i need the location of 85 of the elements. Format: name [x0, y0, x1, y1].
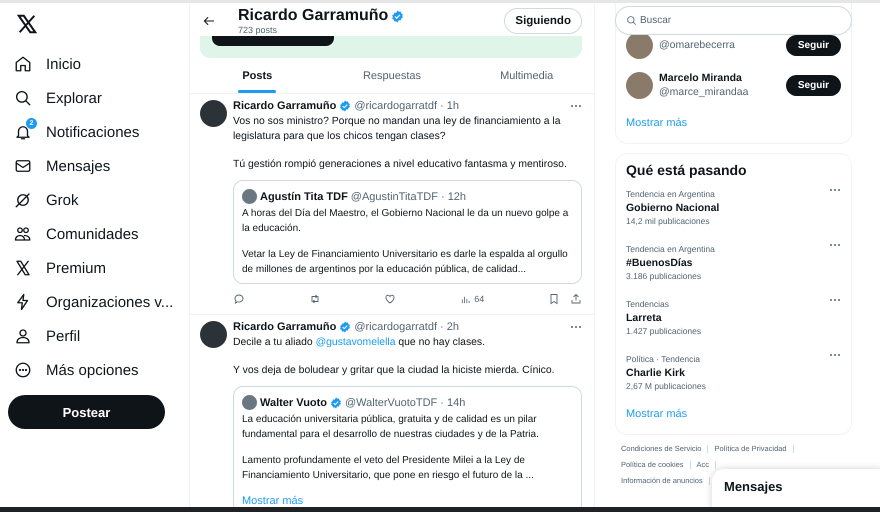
trend-context: Tendencia en Argentina — [626, 188, 716, 201]
trend-topic[interactable]: Charlie Kirk — [626, 366, 706, 380]
avatar[interactable] — [200, 100, 227, 127]
author-handle: @ricardogarratdf — [354, 100, 438, 112]
bell-icon — [14, 123, 32, 141]
post-text: Y vos deja de boludear y gritar que la ciudad la hiciste mierda. Cínico. — [233, 364, 556, 378]
quoted-text: La educación universitaria pública, gratuita y de calidad es un pilar fundamental para el desarrollo de nuestras ciudades y de la Patria. — [242, 413, 540, 442]
section-title: Qué está pasando — [626, 161, 748, 180]
heart-icon[interactable] — [384, 293, 396, 305]
avatar[interactable] — [200, 321, 227, 348]
quoted-post[interactable] — [233, 180, 582, 284]
messages-drawer[interactable]: Mensajes — [712, 469, 880, 507]
author-name[interactable]: Ricardo Garramuño — [233, 100, 336, 112]
more-options-icon[interactable] — [829, 188, 841, 192]
trend-context: Tendencias — [626, 298, 670, 311]
trend-post-count: 14,2 mil publicaciones — [626, 215, 711, 228]
trend-context: Tendencia en Argentina — [626, 243, 715, 256]
author-name: Walter Vuoto — [260, 396, 328, 408]
more-circle-icon — [14, 361, 32, 379]
author-handle: @AgustinTitaTDF — [350, 190, 438, 202]
share-icon[interactable] — [570, 293, 582, 305]
nav-link[interactable]: Más opciones — [14, 353, 181, 387]
author-handle: @ricardogarratdf — [354, 321, 438, 333]
slashed-circle-icon — [14, 191, 32, 209]
post-button[interactable]: Postear — [8, 395, 165, 429]
post-time: · 1h — [440, 100, 459, 112]
trend-post-count: 1.427 publicaciones — [626, 325, 702, 338]
author-handle: @WalterVuotoTDF — [345, 396, 438, 408]
search-icon — [14, 89, 32, 107]
people-icon — [14, 225, 32, 243]
author-name: Agustín Tita TDF — [260, 190, 348, 202]
trend-topic[interactable]: Gobierno Nacional — [626, 201, 720, 215]
post-text: Decile a tu aliado @gustavomelella que no hay clases. — [233, 336, 486, 350]
repost-icon[interactable] — [308, 293, 321, 305]
profile-tab[interactable]: Posts — [190, 58, 325, 93]
reply-icon[interactable] — [233, 293, 245, 305]
quoted-text: Vetar la Ley de Financiamiento Universitario es darle la espalda al orgullo de millones de argentinos por la educación pública, de calidad... — [242, 248, 569, 276]
nav-link[interactable]: Comunidades — [14, 217, 181, 251]
post-time: · 14h — [440, 396, 466, 408]
x-logo-icon[interactable] — [16, 13, 38, 35]
user-name[interactable]: Marcelo Miranda — [659, 71, 780, 85]
post-text: Tú gestión rompió generaciones a nivel educativo fantasma y mentiroso. — [233, 158, 568, 172]
avatar — [242, 395, 257, 410]
user-handle: @marce_mirandaa — [659, 85, 750, 99]
trend-post-count: 2,67 M publicaciones — [626, 380, 706, 393]
follow-button[interactable]: Seguir — [786, 74, 841, 96]
following-button[interactable]: Siguiendo — [504, 8, 582, 34]
more-options-icon[interactable] — [829, 298, 841, 302]
more-options-icon[interactable] — [829, 243, 841, 247]
post-time: · 2h — [440, 321, 459, 333]
nav-link[interactable]: Grok — [14, 183, 181, 217]
bookmark-icon[interactable] — [548, 293, 560, 305]
profile-name: Ricardo Garramuño — [238, 7, 388, 25]
quoted-text: Lamento profundamente el veto del Presidente Milei a la Ley de Financiamiento Universitario, que pone en riesgo el futuro de la ... — [242, 454, 535, 482]
envelope-icon — [14, 157, 32, 175]
trend-topic[interactable]: #BuenosDías — [626, 256, 715, 270]
trend-topic[interactable]: Larreta — [626, 311, 702, 325]
profile-tab[interactable]: Multimedia — [459, 58, 594, 93]
nav-link[interactable]: Mensajes — [14, 149, 181, 183]
home-icon — [14, 55, 32, 73]
quoted-text: A horas del Día del Maestro, el Gobierno Nacional le da un nuevo golpe a la educación. — [242, 207, 570, 236]
nav-link[interactable]: Inicio — [14, 47, 181, 81]
follow-button[interactable]: Seguir — [786, 34, 841, 56]
profile-tab[interactable]: Respuestas — [324, 58, 460, 93]
person-icon — [14, 327, 32, 345]
nav-link[interactable]: Explorar — [14, 81, 181, 115]
post-time: · 12h — [440, 190, 466, 202]
more-options-icon[interactable] — [570, 104, 582, 108]
trend-context: Política · Tendencia — [626, 353, 702, 366]
x-logo-icon — [14, 259, 32, 277]
user-handle: @omarebecerra — [659, 38, 736, 52]
nav-link[interactable]: Premium — [14, 251, 181, 285]
more-options-icon[interactable] — [570, 325, 582, 329]
avatar — [242, 189, 257, 204]
trend-post-count: 3.186 publicaciones — [626, 270, 702, 283]
back-arrow-icon[interactable] — [202, 14, 216, 28]
views-count[interactable]: 64 — [460, 294, 484, 304]
nav-link[interactable]: Perfil — [14, 319, 181, 353]
search-icon — [626, 15, 637, 26]
author-name[interactable]: Ricardo Garramuño — [233, 321, 336, 333]
post-count: 723 posts — [238, 25, 278, 35]
search-field[interactable]: Buscar — [615, 6, 852, 35]
more-options-icon[interactable] — [829, 353, 841, 357]
post-text: Vos no sos ministro? Porque no mandan una ley de financiamiento a la legislatura para que los chicos tengan clases? — [233, 115, 562, 144]
nav-link[interactable]: Organizaciones v... — [14, 285, 181, 319]
